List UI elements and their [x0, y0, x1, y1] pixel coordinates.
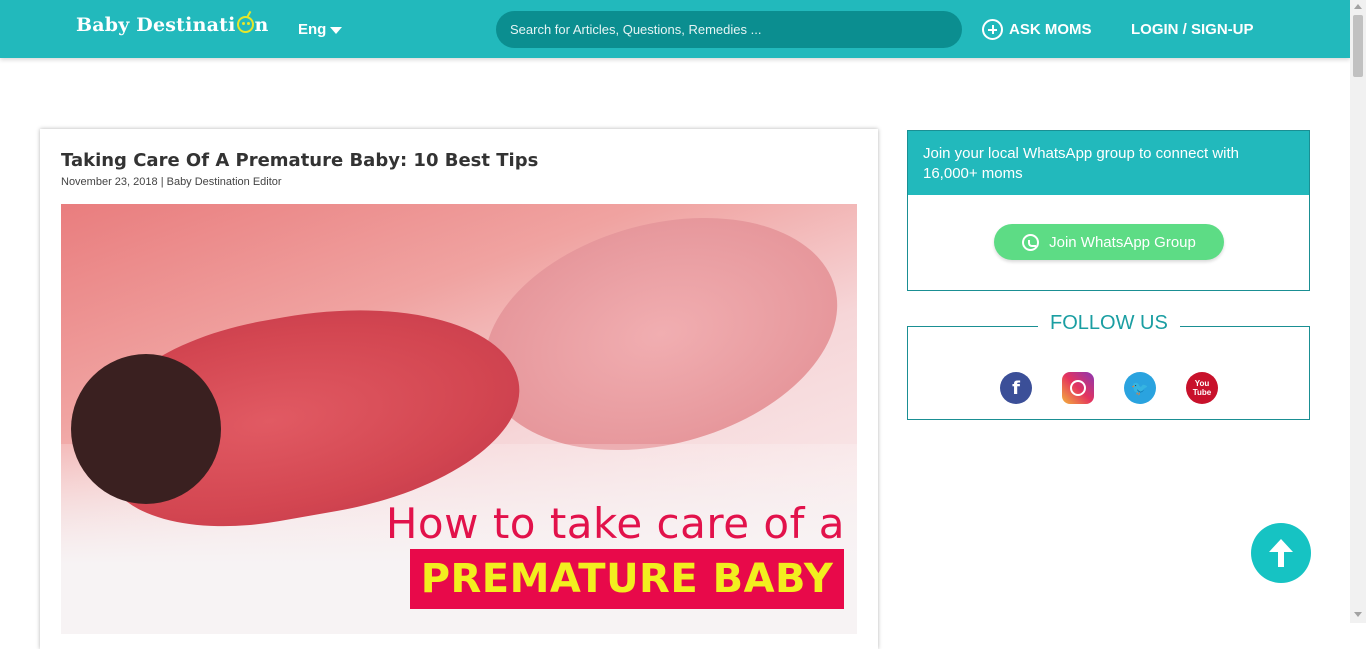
article-author[interactable]: Baby Destination Editor: [167, 176, 282, 188]
scroll-down-arrow-icon[interactable]: [1354, 612, 1362, 617]
youtube-label-bottom: Tube: [1192, 388, 1212, 397]
hero-caption-line1: How to take care of a: [385, 499, 845, 548]
top-navbar: Baby Destinati n Eng ASK MOMS LOGIN / SIG…: [0, 0, 1350, 58]
search-input[interactable]: [496, 11, 962, 48]
instagram-ring: [1070, 380, 1086, 396]
youtube-icon[interactable]: You Tube: [1186, 372, 1218, 404]
meta-separator: |: [160, 176, 164, 188]
hero-caption-badge: PREMATURE BABY: [410, 549, 844, 609]
scrollbar-track[interactable]: [1350, 0, 1366, 623]
article-date: November 23, 2018: [61, 176, 158, 188]
article-meta: November 23, 2018 | Baby Destination Edi…: [61, 176, 282, 188]
article-hero-image[interactable]: How to take care of a PREMATURE BABY: [61, 204, 857, 634]
ask-moms-button[interactable]: ASK MOMS: [982, 19, 1092, 40]
whatsapp-heading: Join your local WhatsApp group to connec…: [908, 131, 1309, 195]
youtube-label-top: You: [1194, 379, 1210, 388]
instagram-icon[interactable]: [1062, 372, 1094, 404]
whatsapp-widget: Join your local WhatsApp group to connec…: [907, 130, 1310, 291]
login-signup-link[interactable]: LOGIN / SIGN-UP: [1131, 21, 1254, 38]
logo-text: Baby Destinati: [76, 14, 236, 36]
whatsapp-icon: [1022, 233, 1040, 251]
twitter-icon[interactable]: 🐦: [1124, 372, 1156, 404]
join-whatsapp-label: Join WhatsApp Group: [1049, 233, 1196, 251]
follow-us-widget: FOLLOW US f 🐦 You Tube: [907, 312, 1310, 420]
article-title[interactable]: Taking Care Of A Premature Baby: 10 Best…: [61, 150, 538, 171]
article-card: Taking Care Of A Premature Baby: 10 Best…: [40, 129, 878, 649]
join-whatsapp-button[interactable]: Join WhatsApp Group: [994, 224, 1224, 260]
scroll-up-arrow-icon[interactable]: [1354, 4, 1362, 9]
back-to-top-button[interactable]: [1251, 523, 1311, 583]
hero-image-hair: [71, 354, 221, 504]
logo[interactable]: Baby Destinati n: [76, 14, 269, 36]
logo-face-icon: [236, 16, 254, 33]
follow-us-title: FOLLOW US: [1038, 312, 1180, 335]
facebook-icon[interactable]: f: [1000, 372, 1032, 404]
language-selector[interactable]: Eng: [298, 21, 343, 38]
caret-down-icon: [330, 26, 343, 34]
language-label: Eng: [298, 21, 327, 38]
ask-moms-label: ASK MOMS: [1009, 21, 1092, 38]
logo-text-end: n: [254, 14, 269, 36]
scrollbar-thumb[interactable]: [1353, 15, 1363, 77]
plus-circle-icon: [982, 19, 1003, 40]
